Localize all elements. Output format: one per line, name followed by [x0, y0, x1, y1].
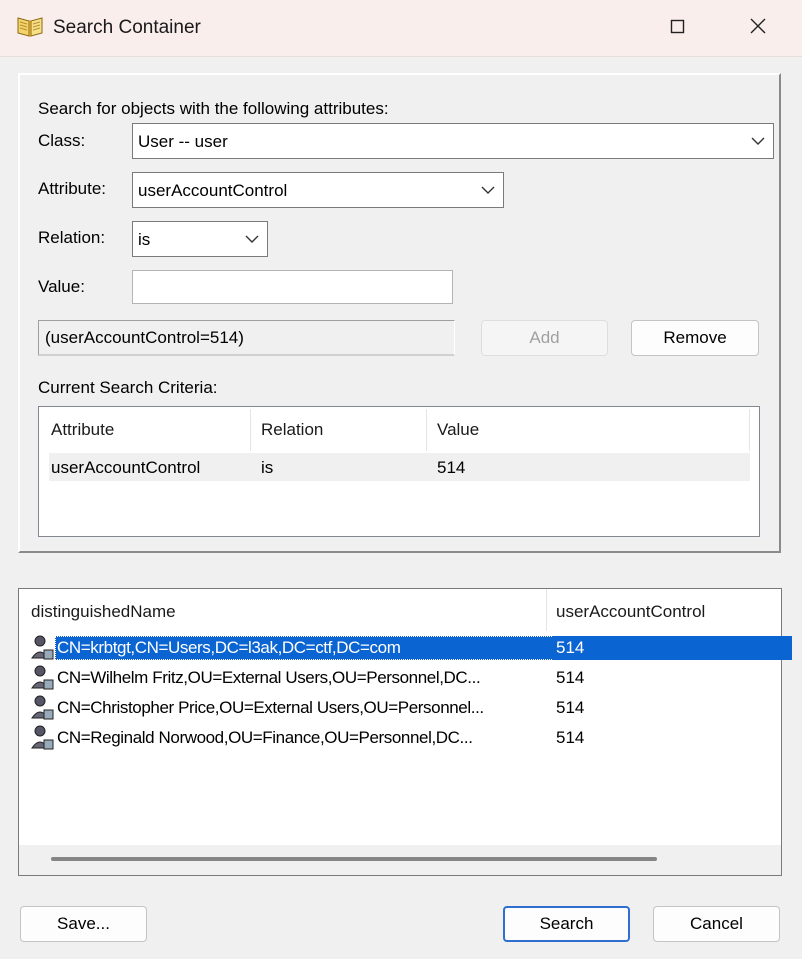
attribute-label: Attribute: [38, 179, 107, 198]
criteria-row-relation: is [261, 458, 274, 477]
result-row[interactable]: CN=Wilhelm Fritz,OU=External Users,OU=Pe… [31, 664, 781, 692]
result-uac: 514 [556, 668, 585, 687]
criteria-row-attribute: userAccountControl [51, 458, 201, 477]
result-uac: 514 [556, 638, 585, 657]
result-dn: CN=Reginald Norwood,OU=Finance,OU=Person… [57, 728, 473, 747]
current-criteria-label: Current Search Criteria: [38, 378, 218, 397]
close-icon [750, 18, 766, 34]
criteria-heading: Search for objects with the following at… [38, 99, 389, 118]
attribute-value: userAccountControl [138, 181, 288, 200]
results-list[interactable]: distinguishedName userAccountControl CN=… [18, 588, 792, 876]
maximize-icon [670, 19, 685, 34]
criteria-col-relation[interactable]: Relation [261, 420, 323, 440]
close-button[interactable] [728, 0, 788, 56]
results-col-dn[interactable]: distinguishedName [31, 602, 176, 622]
criteria-row[interactable]: userAccountControl is 514 [49, 453, 750, 481]
user-icon [31, 634, 55, 662]
result-row[interactable]: CN=Reginald Norwood,OU=Finance,OU=Person… [31, 724, 781, 752]
result-dn: CN=krbtgt,CN=Users,DC=l3ak,DC=ctf,DC=com [55, 636, 556, 660]
class-combobox[interactable]: User -- user [132, 123, 774, 159]
cancel-button[interactable]: Cancel [653, 906, 780, 942]
user-icon [31, 694, 55, 722]
user-icon [31, 664, 55, 692]
user-icon [31, 724, 55, 752]
filter-preview-text: (userAccountControl=514) [45, 328, 244, 347]
maximize-button[interactable] [648, 0, 708, 56]
results-col-uac[interactable]: userAccountControl [556, 602, 705, 622]
search-button[interactable]: Search [503, 906, 630, 942]
criteria-panel: Search for objects with the following at… [18, 73, 781, 553]
class-label: Class: [38, 131, 86, 150]
open-book-icon [16, 14, 44, 38]
value-input[interactable] [132, 270, 453, 304]
result-row[interactable]: CN=Christopher Price,OU=External Users,O… [31, 694, 781, 722]
criteria-table[interactable]: Attribute Relation Value userAccountCont… [38, 406, 760, 537]
class-value: User -- user [138, 132, 228, 151]
result-dn: CN=Wilhelm Fritz,OU=External Users,OU=Pe… [57, 668, 481, 687]
result-row[interactable]: CN=krbtgt,CN=Users,DC=l3ak,DC=ctf,DC=com… [31, 634, 792, 662]
remove-button[interactable]: Remove [631, 320, 759, 356]
result-uac: 514 [556, 698, 585, 717]
chevron-down-icon [751, 137, 765, 145]
window-title: Search Container [53, 17, 201, 38]
result-dn: CN=Christopher Price,OU=External Users,O… [57, 698, 484, 717]
criteria-col-value[interactable]: Value [437, 420, 479, 440]
attribute-combobox[interactable]: userAccountControl [132, 172, 504, 208]
value-label: Value: [38, 277, 85, 296]
filter-preview: (userAccountControl=514) [38, 320, 455, 356]
title-bar: Search Container [0, 0, 802, 57]
add-button[interactable]: Add [481, 320, 608, 356]
chevron-down-icon [245, 235, 259, 243]
save-button[interactable]: Save... [20, 906, 147, 942]
relation-value: is [138, 230, 151, 249]
result-uac: 514 [556, 728, 585, 747]
criteria-row-value: 514 [437, 458, 466, 477]
scrollbar-thumb[interactable] [51, 857, 657, 861]
chevron-down-icon [481, 186, 495, 194]
relation-label: Relation: [38, 228, 106, 247]
relation-combobox[interactable]: is [132, 221, 268, 257]
horizontal-scrollbar[interactable] [19, 845, 781, 875]
criteria-col-attribute[interactable]: Attribute [51, 420, 114, 440]
